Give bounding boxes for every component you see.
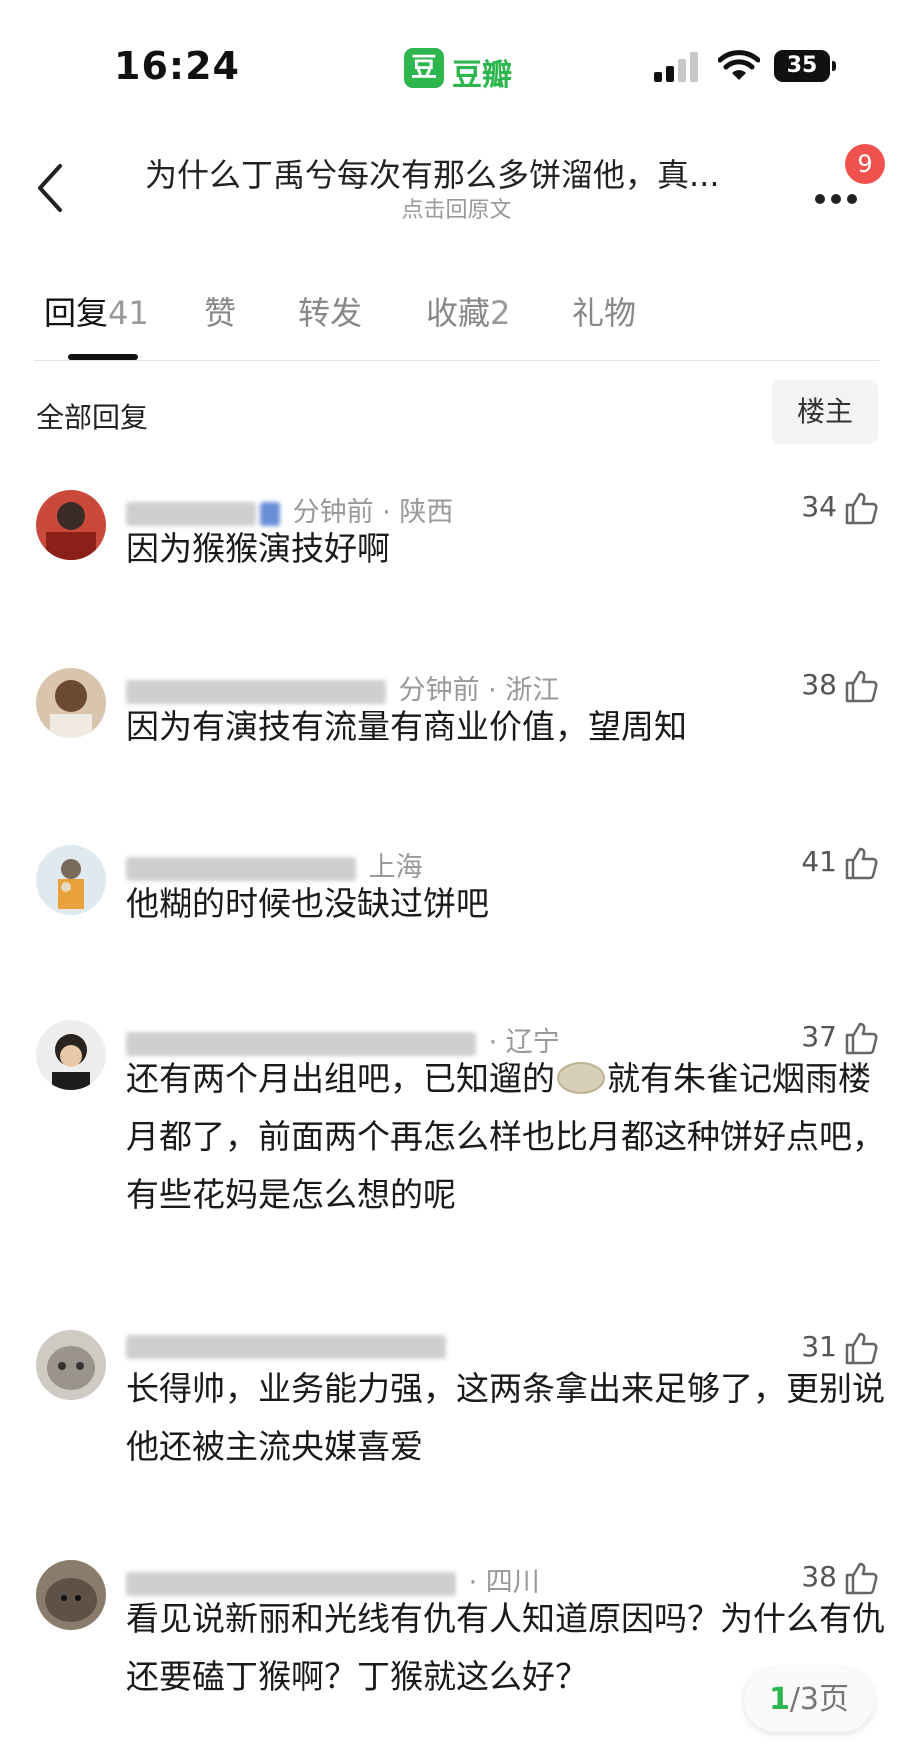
tab-count: 41 (108, 294, 149, 332)
comment-text: 他糊的时候也没缺过饼吧 (126, 884, 489, 923)
more-dot-icon (847, 194, 857, 204)
tab-collections[interactable]: 收藏2 (426, 288, 510, 334)
like-count: 31 (801, 1330, 837, 1363)
avatar[interactable] (36, 490, 106, 560)
more-dot-icon (831, 194, 841, 204)
battery-icon: 35 (774, 50, 836, 82)
avatar[interactable] (36, 668, 106, 738)
avatar[interactable] (36, 1560, 106, 1630)
comment-meta (126, 1330, 450, 1361)
blurred-username[interactable] (126, 1334, 446, 1359)
status-time: 16:24 (114, 44, 240, 88)
biscuit-emoji-icon (557, 1062, 605, 1094)
like-count: 41 (801, 845, 837, 878)
comment-text: 因为猴猴演技好啊 (126, 529, 390, 568)
like-count: 38 (801, 668, 837, 701)
avatar[interactable] (36, 845, 106, 915)
like-count: 38 (801, 1560, 837, 1593)
app-name: 豆瓣 (452, 58, 512, 93)
comment-text: 因为有演技有流量有商业价值，望周知 (126, 707, 687, 746)
cellular-signal-icon (654, 52, 698, 82)
tab-reposts[interactable]: 转发 (298, 288, 362, 334)
tab-label: 收藏 (426, 294, 491, 332)
tab-label: 转发 (298, 294, 363, 332)
comment-text: 还有两个月出组吧，已知遛的 就有朱雀记烟雨楼月都了，前面两个再怎么样也比月都这种饼… (126, 1050, 888, 1224)
back-to-original-link[interactable]: 点击回原文 (0, 192, 913, 224)
page-indicator[interactable]: 1/3页 (744, 1668, 874, 1732)
like-count: 37 (801, 1020, 837, 1053)
tab-replies[interactable]: 回复41 (44, 288, 149, 334)
comment-text: 长得帅，业务能力强，这两条拿出来足够了，更别说他还被主流央媒喜爱 (126, 1369, 885, 1466)
tab-gifts[interactable]: 礼物 (572, 288, 636, 334)
post-title[interactable]: 为什么丁禹兮每次有那么多饼溜他，真... (145, 150, 775, 196)
battery-level: 35 (774, 50, 830, 82)
tab-count: 2 (490, 294, 511, 332)
tab-bar: 回复41 赞 转发 收藏2 礼物 (0, 270, 913, 362)
tab-label: 礼物 (572, 294, 637, 332)
comment-text-part: 还有两个月出组吧，已知遛的 (126, 1059, 555, 1098)
current-page: 1 (768, 1682, 790, 1717)
like-count: 34 (801, 490, 837, 523)
battery-tip (832, 61, 836, 71)
tab-label: 回复 (44, 294, 109, 332)
status-bar: 16:24 豆 豆瓣 35 (0, 0, 913, 130)
douban-logo-icon: 豆 (404, 48, 444, 88)
notification-badge: 9 (845, 144, 885, 184)
avatar[interactable] (36, 1330, 106, 1400)
more-dot-icon (815, 194, 825, 204)
nav-bar: 为什么丁禹兮每次有那么多饼溜他，真... 点击回原文 9 (0, 130, 913, 240)
all-replies-label: 全部回复 (36, 401, 149, 434)
wifi-icon (718, 50, 760, 80)
avatar[interactable] (36, 1020, 106, 1090)
tab-divider (34, 360, 879, 361)
owner-only-button[interactable]: 楼主 (772, 380, 878, 444)
total-pages: /3页 (789, 1682, 850, 1717)
tab-label: 赞 (204, 294, 237, 332)
tab-likes[interactable]: 赞 (204, 288, 236, 334)
